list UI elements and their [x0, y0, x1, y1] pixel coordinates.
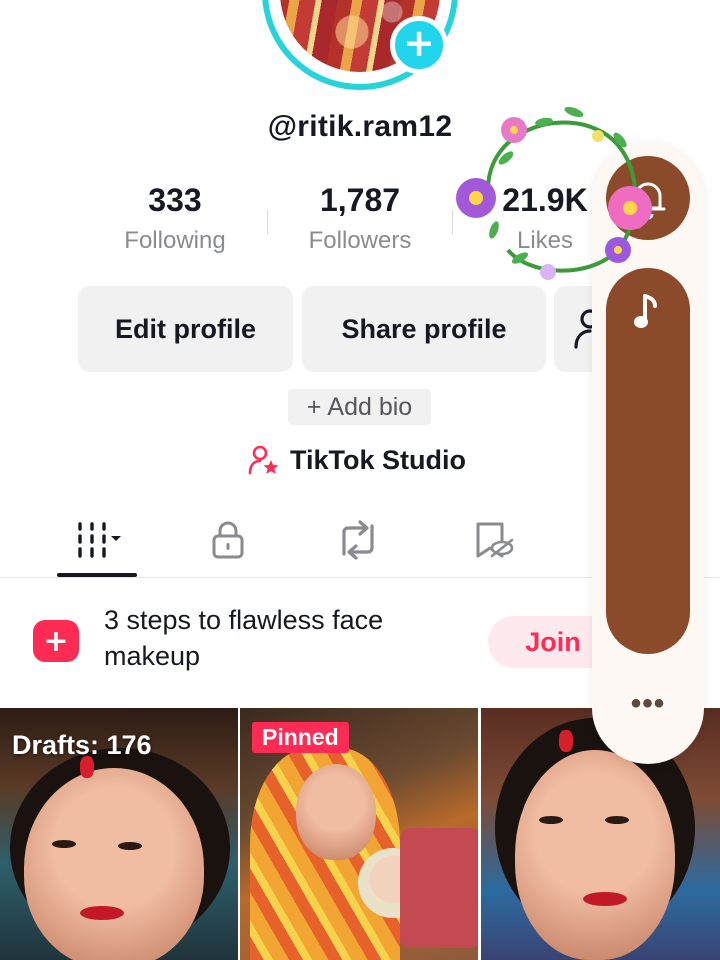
promo-text: 3 steps to flawless face makeup	[104, 605, 384, 671]
share-profile-button[interactable]: Share profile	[302, 286, 546, 372]
thumbnail-face	[24, 768, 204, 960]
tab-videos[interactable]	[48, 512, 148, 568]
thumbnail-detail	[52, 840, 76, 848]
tab-reposts[interactable]	[308, 512, 408, 568]
tab-liked[interactable]	[444, 512, 544, 568]
stat-followers[interactable]: 1,787 Followers	[270, 182, 450, 255]
music-note-icon	[634, 294, 657, 328]
hidden-liked-icon	[476, 522, 514, 558]
thumbnail-detail	[400, 828, 478, 948]
username: @ritik.ram12	[267, 110, 453, 143]
lock-icon	[212, 521, 244, 559]
tab-private[interactable]	[178, 512, 278, 568]
tiktok-studio-label: TikTok Studio	[290, 444, 467, 475]
thumbnail-face	[296, 764, 376, 860]
promo-add-icon: +	[33, 620, 79, 662]
thumbnail-detail	[539, 816, 563, 824]
tiktok-studio-link[interactable]: TikTok Studio	[248, 440, 466, 480]
video-thumbnail-drafts[interactable]: Drafts: 176	[0, 708, 238, 960]
bell-icon	[630, 182, 666, 220]
stat-following[interactable]: 333 Following	[85, 182, 265, 255]
thumbnail-detail	[583, 892, 627, 906]
profile-avatar[interactable]: +	[262, 0, 458, 90]
studio-person-star-icon	[248, 445, 279, 475]
stat-divider	[267, 210, 268, 234]
repost-icon	[342, 520, 374, 560]
add-bio-label: Add bio	[327, 392, 413, 421]
edit-profile-button[interactable]: Edit profile	[78, 286, 293, 372]
pinned-badge: Pinned	[252, 722, 349, 753]
add-avatar-button[interactable]: +	[390, 16, 448, 74]
grid-bars-icon	[78, 522, 121, 558]
thumbnail-detail	[559, 730, 573, 752]
stat-followers-label: Followers	[308, 227, 412, 254]
thumbnail-detail	[605, 816, 629, 824]
video-thumbnail-pinned[interactable]: Pinned	[240, 708, 478, 960]
add-bio-plus: +	[306, 392, 322, 421]
thumbnail-detail	[80, 906, 124, 920]
thumbnail-face	[515, 750, 675, 960]
stat-divider	[452, 210, 453, 234]
floating-bell-button[interactable]	[606, 156, 690, 240]
stat-following-value: 333	[148, 182, 202, 218]
stat-followers-value: 1,787	[319, 182, 401, 218]
more-options-button[interactable]: •••	[618, 689, 678, 724]
thumbnail-detail	[118, 842, 142, 850]
add-bio-button[interactable]: + Add bio	[288, 389, 431, 425]
drafts-count-label: Drafts: 176	[12, 730, 152, 760]
stat-following-label: Following	[124, 227, 226, 254]
